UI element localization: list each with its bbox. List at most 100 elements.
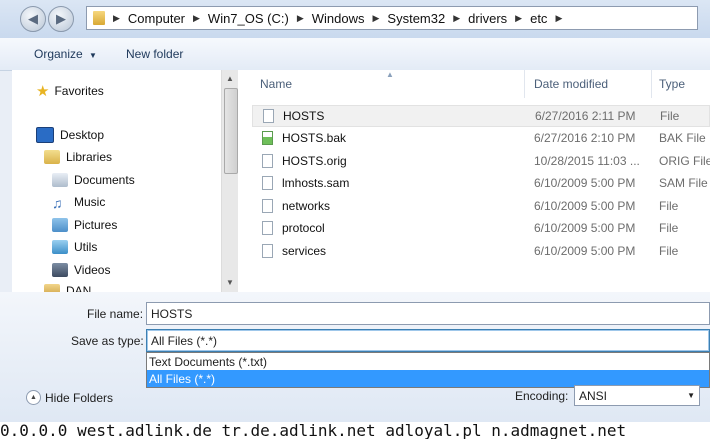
file-date: 6/27/2016 2:11 PM [535, 109, 636, 123]
nav-item-pictures[interactable]: Pictures [52, 218, 117, 232]
column-header-name[interactable]: Name [260, 70, 292, 98]
file-row[interactable]: HOSTS.orig 10/28/2015 11:03 ... ORIG Fil… [252, 150, 710, 172]
file-date: 6/10/2009 5:00 PM [534, 221, 636, 235]
nav-item-label: Desktop [60, 128, 105, 142]
background-text-line: 0.0.0.0 west.adlink.de tr.de.adlink.net … [0, 422, 710, 439]
breadcrumb-etc[interactable]: etc [530, 11, 547, 26]
new-folder-button[interactable]: New folder [126, 47, 183, 61]
address-bar[interactable]: ▶ Computer ▶ Win7_OS (C:) ▶ Windows ▶ Sy… [86, 6, 698, 30]
column-header-date[interactable]: Date modified [534, 70, 608, 98]
file-row[interactable]: protocol 6/10/2009 5:00 PM File [252, 217, 710, 239]
nav-item-label: Documents [74, 173, 135, 187]
dropdown-arrow-icon: ▼ [687, 391, 695, 400]
hide-folders-button[interactable]: ▲ Hide Folders [26, 390, 113, 405]
encoding-select[interactable]: ANSI ▼ [574, 385, 700, 406]
documents-icon [52, 173, 68, 187]
breadcrumb-arrow-icon: ▶ [555, 12, 563, 23]
save-as-type-label: Save as type: [71, 334, 144, 348]
file-type: File [659, 244, 679, 258]
organize-label: Organize [34, 47, 83, 61]
user-icon [44, 284, 60, 292]
file-type: File [659, 221, 679, 235]
file-name: services [282, 244, 327, 258]
type-option-text[interactable]: Text Documents (*.txt) [147, 353, 709, 370]
file-type: SAM File [659, 176, 708, 190]
libraries-icon [44, 150, 60, 164]
breadcrumb-computer[interactable]: Computer [128, 11, 185, 26]
breadcrumb-arrow-icon: ▶ [372, 12, 380, 23]
nav-scrollbar[interactable]: ▲ ▼ [221, 70, 239, 292]
collapse-arrow-icon: ▲ [26, 390, 41, 405]
file-name: networks [282, 199, 331, 213]
nav-item-dan[interactable]: DAN [44, 284, 91, 292]
nav-item-music[interactable]: ♫ Music [52, 195, 106, 211]
breadcrumb-windows[interactable]: Windows [312, 11, 365, 26]
column-divider [651, 70, 652, 98]
nav-item-label: Music [74, 195, 106, 209]
breadcrumb-drivers[interactable]: drivers [468, 11, 507, 26]
nav-item-label: DAN [66, 284, 92, 292]
music-icon: ♫ [52, 195, 63, 211]
file-icon [263, 109, 274, 123]
command-bar [0, 38, 710, 71]
file-date: 6/10/2009 5:00 PM [534, 199, 636, 213]
file-name: lmhosts.sam [282, 176, 350, 190]
encoding-value: ANSI [579, 388, 608, 403]
breadcrumb-drive[interactable]: Win7_OS (C:) [208, 11, 289, 26]
nav-item-documents[interactable]: Documents [52, 173, 135, 187]
file-row[interactable]: lmhosts.sam 6/10/2009 5:00 PM SAM File [252, 172, 710, 194]
videos-icon [52, 263, 68, 277]
back-arrow-icon: ◀ [28, 11, 38, 26]
nav-item-videos[interactable]: Videos [52, 263, 110, 277]
file-icon [262, 244, 273, 258]
file-type: ORIG File [659, 154, 710, 168]
file-date: 6/10/2009 5:00 PM [534, 244, 636, 258]
column-divider [524, 70, 525, 98]
hide-folders-label: Hide Folders [45, 390, 114, 405]
nav-item-utils[interactable]: Utils [52, 240, 97, 254]
nav-item-desktop[interactable]: Desktop [36, 127, 104, 143]
file-name: HOSTS.orig [282, 154, 347, 168]
nav-item-favorites[interactable]: ★ Favorites [36, 82, 104, 100]
file-row[interactable]: HOSTS.bak 6/27/2016 2:10 PM BAK File [252, 127, 710, 149]
file-row[interactable]: networks 6/10/2009 5:00 PM File [252, 195, 710, 217]
breadcrumb-arrow-icon: ▶ [296, 12, 304, 23]
scroll-thumb[interactable] [224, 88, 238, 174]
scroll-up-icon[interactable]: ▲ [226, 74, 234, 83]
nav-item-label: Pictures [74, 218, 118, 232]
nav-item-label: Libraries [66, 150, 113, 164]
scroll-down-icon[interactable]: ▼ [226, 278, 234, 287]
file-type: File [660, 109, 680, 123]
breadcrumb-system32[interactable]: System32 [387, 11, 445, 26]
pictures-icon [52, 218, 68, 232]
forward-button[interactable]: ▶ [48, 6, 74, 32]
file-name: protocol [282, 221, 325, 235]
back-button[interactable]: ◀ [20, 6, 46, 32]
column-header-type[interactable]: Type [659, 70, 685, 98]
save-as-type-select[interactable]: All Files (*.*) [146, 329, 710, 352]
file-name-input[interactable]: HOSTS [146, 302, 710, 325]
nav-item-label: Videos [74, 263, 111, 277]
desktop-icon [36, 127, 54, 143]
forward-arrow-icon: ▶ [56, 11, 66, 26]
file-row[interactable]: HOSTS 6/27/2016 2:11 PM File [252, 105, 710, 127]
breadcrumb-arrow-icon: ▶ [453, 12, 461, 23]
file-icon [262, 221, 273, 235]
dropdown-arrow-icon: ▼ [89, 51, 97, 60]
organize-button[interactable]: Organize ▼ [34, 47, 97, 61]
nav-item-label: Utils [74, 240, 98, 254]
file-date: 6/27/2016 2:10 PM [534, 131, 636, 145]
file-type: File [659, 199, 679, 213]
breadcrumb-arrow-icon: ▶ [113, 12, 120, 23]
file-icon [262, 176, 273, 190]
breadcrumb-arrow-icon: ▶ [515, 12, 523, 23]
file-row[interactable]: services 6/10/2009 5:00 PM File [252, 240, 710, 262]
file-icon [262, 154, 273, 168]
navigation-pane: ★ Favorites Desktop Libraries Documents … [12, 70, 238, 292]
file-name: HOSTS [283, 109, 325, 123]
file-name-label: File name: [87, 307, 144, 321]
save-as-type-dropdown-list: Text Documents (*.txt) All Files (*.*) [146, 352, 710, 388]
save-as-type-value: All Files (*.*) [151, 333, 218, 348]
nav-item-libraries[interactable]: Libraries [44, 150, 112, 164]
file-list-pane: ▲ Name Date modified Type HOSTS 6/27/201… [238, 70, 710, 292]
